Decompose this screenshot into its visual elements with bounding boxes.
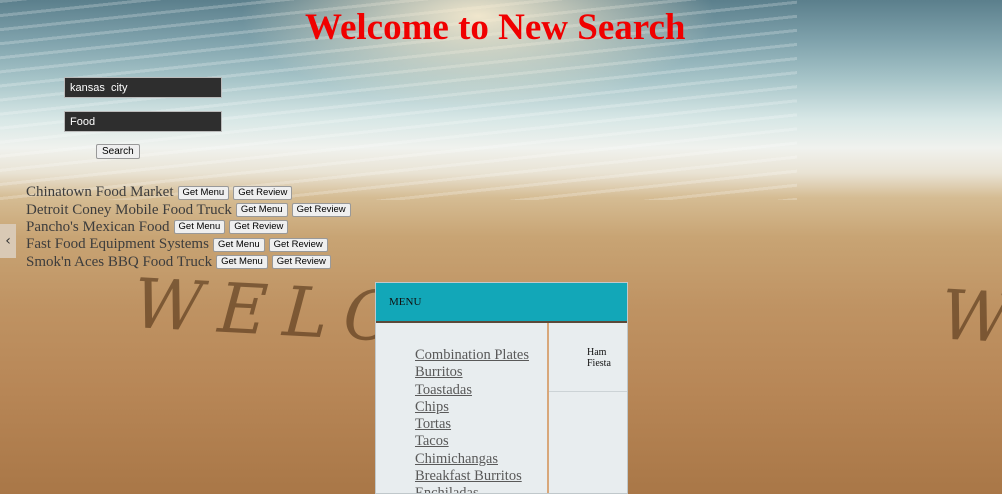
prev-arrow-button[interactable]: ‹ — [0, 224, 16, 258]
results-list: Chinatown Food Market Get Menu Get Revie… — [26, 184, 351, 271]
menu-item-link[interactable]: Breakfast Burritos — [415, 468, 547, 485]
menu-detail-item: Fiesta — [587, 358, 611, 369]
menu-category-list: Combination Plates Burritos Toastadas Ch… — [376, 323, 549, 493]
menu-item-link[interactable]: Chimichangas — [415, 451, 547, 468]
menu-item-link[interactable]: Burritos — [415, 364, 547, 381]
get-review-button[interactable]: Get Review — [271, 255, 331, 270]
result-row: Detroit Coney Mobile Food Truck Get Menu… — [26, 201, 351, 218]
beach-background-repeat — [797, 0, 1002, 494]
result-name: Smok'n Aces BBQ Food Truck — [26, 253, 213, 270]
result-row: Smok'n Aces BBQ Food Truck Get Menu Get … — [26, 254, 351, 271]
page-title: Welcome to New Search — [305, 7, 686, 48]
get-review-button[interactable]: Get Review — [233, 185, 293, 200]
result-name: Chinatown Food Market — [26, 184, 174, 201]
get-menu-button[interactable]: Get Menu — [177, 185, 230, 200]
get-menu-button[interactable]: Get Menu — [235, 203, 288, 218]
menu-item-link[interactable]: Toastadas — [415, 382, 547, 399]
location-input[interactable] — [64, 77, 222, 98]
menu-detail-item: Ham — [587, 347, 607, 358]
get-menu-button[interactable]: Get Menu — [216, 255, 268, 270]
result-name: Fast Food Equipment Systems — [26, 236, 209, 253]
search-button[interactable]: Search — [96, 144, 140, 159]
menu-body: Combination Plates Burritos Toastadas Ch… — [376, 323, 627, 493]
result-row: Pancho's Mexican Food Get Menu Get Revie… — [26, 219, 351, 236]
menu-panel: MENU Combination Plates Burritos Toastad… — [375, 282, 628, 494]
get-menu-button[interactable]: Get Menu — [212, 237, 265, 252]
get-review-button[interactable]: Get Review — [291, 203, 351, 218]
search-term-input[interactable] — [64, 111, 222, 132]
menu-item-link[interactable]: Chips — [415, 399, 547, 416]
menu-item-link[interactable]: Tacos — [415, 433, 547, 450]
menu-item-link[interactable]: Combination Plates — [415, 347, 547, 364]
menu-item-link[interactable]: Tortas — [415, 416, 547, 433]
menu-detail-pane: Ham Fiesta — [549, 323, 627, 493]
menu-header: MENU — [376, 283, 627, 321]
get-menu-button[interactable]: Get Menu — [173, 220, 226, 235]
menu-item-link[interactable]: Enchiladas — [415, 485, 547, 493]
result-row: Chinatown Food Market Get Menu Get Revie… — [26, 184, 351, 201]
result-row: Fast Food Equipment Systems Get Menu Get… — [26, 236, 351, 253]
result-name: Pancho's Mexican Food — [26, 218, 170, 235]
menu-detail-divider — [549, 391, 627, 392]
get-review-button[interactable]: Get Review — [229, 220, 289, 235]
chevron-left-icon: ‹ — [5, 233, 11, 249]
get-review-button[interactable]: Get Review — [268, 237, 328, 252]
result-name: Detroit Coney Mobile Food Truck — [26, 201, 232, 218]
